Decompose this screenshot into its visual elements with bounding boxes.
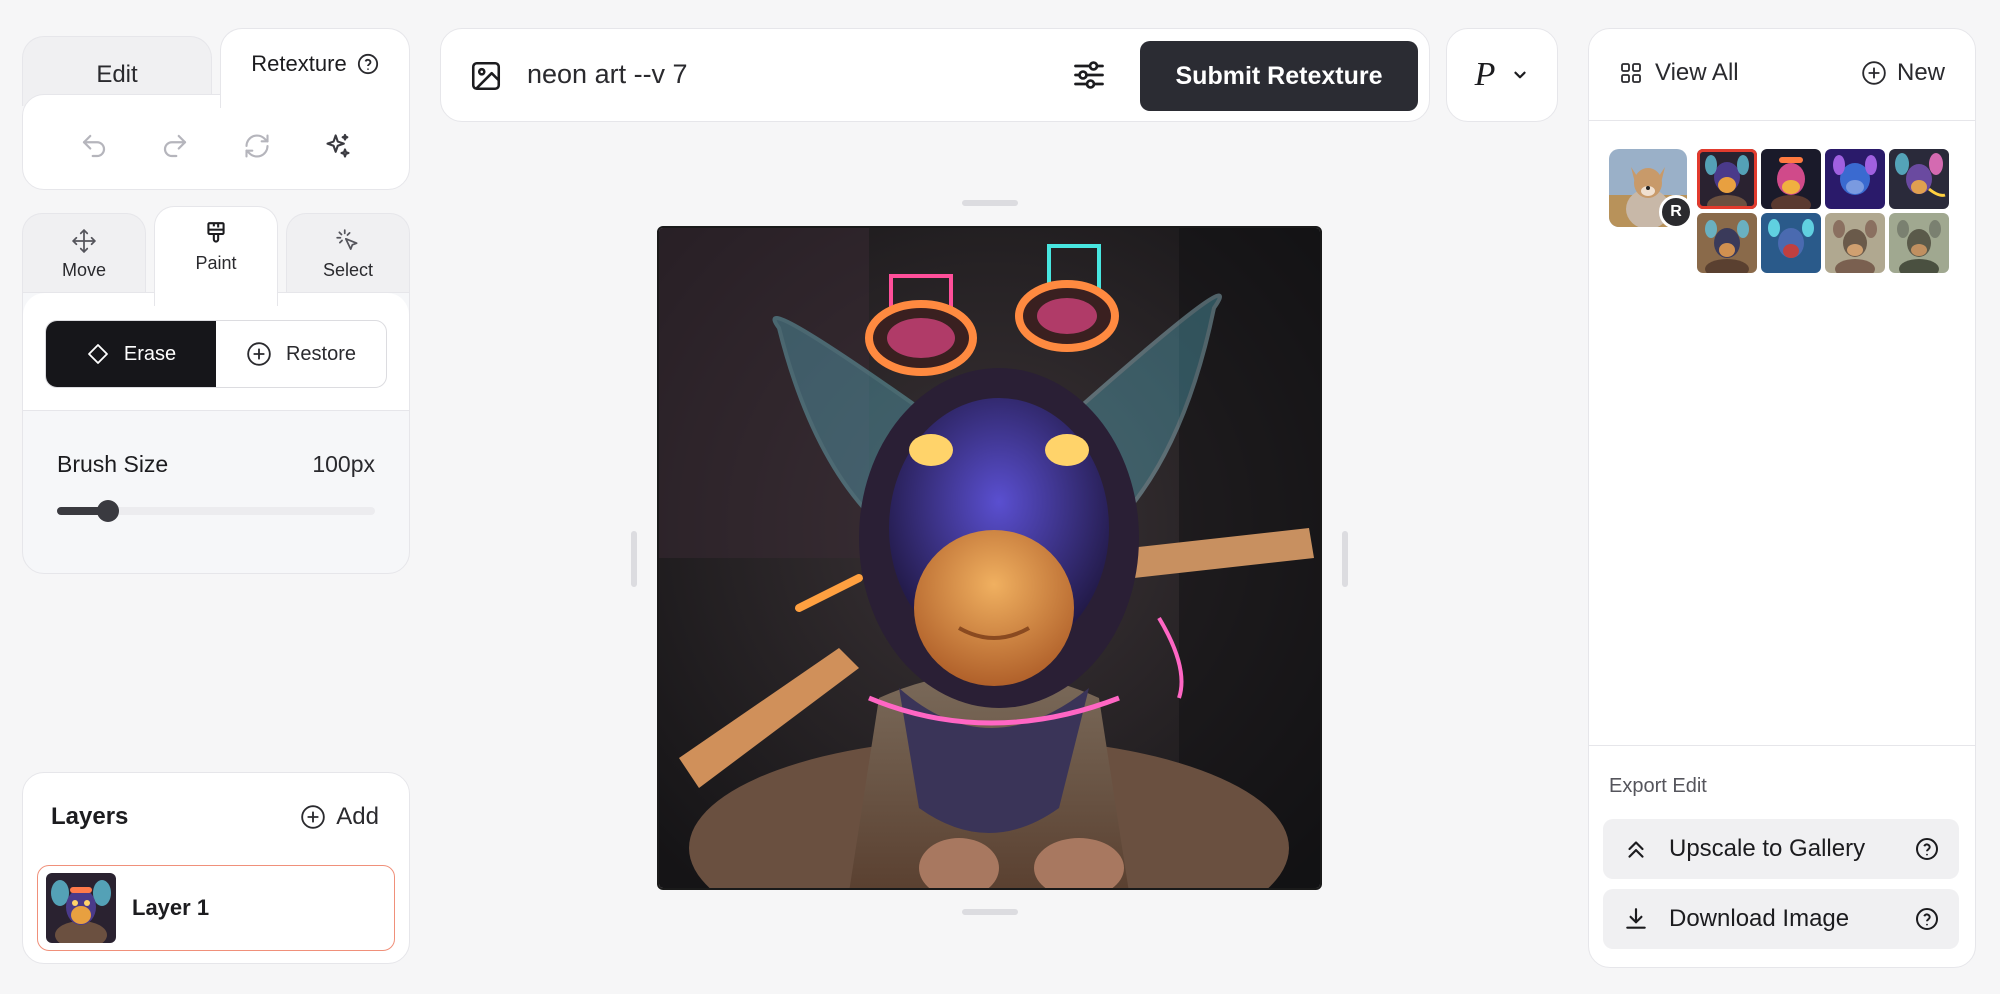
upscale-to-gallery-button[interactable]: Upscale to Gallery — [1603, 819, 1959, 879]
download-image-button[interactable]: Download Image — [1603, 889, 1959, 949]
erase-button[interactable]: Erase — [46, 321, 216, 387]
gallery-header: View All New — [1589, 29, 1975, 121]
result-thumbnail[interactable] — [1697, 213, 1757, 273]
retexture-results-grid — [1697, 149, 1951, 273]
plus-circle-icon — [300, 804, 326, 830]
restore-label: Restore — [285, 342, 357, 365]
new-label: New — [1896, 59, 1945, 86]
sliders-icon[interactable] — [1071, 57, 1107, 93]
paint-brush-icon — [203, 221, 229, 247]
model-letter: P — [1474, 56, 1496, 93]
tab-select[interactable]: Select — [286, 213, 410, 303]
chevron-down-icon — [1511, 66, 1529, 84]
new-button[interactable]: New — [1861, 59, 1945, 87]
refresh-icon[interactable] — [235, 124, 279, 168]
download-label: Download Image — [1669, 905, 1850, 932]
original-badge: R — [1659, 195, 1693, 229]
tab-move[interactable]: Move — [22, 213, 146, 303]
paint-panel: Erase Restore Brush Size 100px — [22, 292, 410, 574]
layer-item[interactable]: Layer 1 — [37, 865, 395, 951]
result-thumbnail[interactable] — [1697, 149, 1757, 209]
export-section-label: Export Edit — [1609, 775, 1707, 797]
erase-label: Erase — [123, 342, 177, 365]
view-all-label: View All — [1655, 59, 1739, 86]
resize-handle-left[interactable] — [631, 531, 637, 587]
resize-handle-right[interactable] — [1342, 531, 1348, 587]
layer-thumbnail — [46, 873, 116, 943]
tab-retexture[interactable]: Retexture — [220, 28, 410, 108]
result-thumbnail[interactable] — [1889, 149, 1949, 209]
prompt-bar: neon art --v 7 Submit Retexture — [440, 28, 1430, 122]
tab-retexture-label: Retexture — [251, 51, 347, 76]
help-icon[interactable] — [1915, 837, 1939, 861]
resize-handle-bottom[interactable] — [962, 909, 1018, 915]
grid-icon — [1619, 61, 1643, 85]
layers-title: Layers — [51, 803, 129, 830]
brush-size-label: Brush Size — [57, 451, 169, 477]
brush-size-slider[interactable] — [57, 500, 375, 522]
plus-circle-icon — [246, 341, 272, 367]
upscale-label: Upscale to Gallery — [1669, 835, 1866, 862]
download-icon — [1623, 906, 1649, 932]
chevrons-up-icon — [1623, 836, 1649, 862]
tab-move-label: Move — [61, 260, 106, 280]
plus-circle-icon — [1861, 60, 1887, 86]
submit-retexture-button[interactable]: Submit Retexture — [1140, 41, 1418, 111]
layers-panel: Layers Add Layer 1 — [22, 772, 410, 964]
paint-mode-area: Erase Restore — [23, 293, 409, 411]
result-thumbnail[interactable] — [1761, 213, 1821, 273]
result-thumbnail[interactable] — [1825, 213, 1885, 273]
eraser-icon — [86, 342, 110, 366]
neon-creature-image — [659, 228, 1320, 888]
layer-name: Layer 1 — [132, 895, 210, 920]
add-layer-label: Add — [336, 803, 379, 830]
redo-icon[interactable] — [153, 124, 197, 168]
sparkle-icon[interactable] — [316, 124, 360, 168]
tab-edit-label: Edit — [96, 61, 138, 88]
history-toolbar — [22, 94, 410, 190]
export-divider — [1589, 745, 1975, 746]
tab-select-label: Select — [322, 260, 374, 280]
view-all-button[interactable]: View All — [1619, 59, 1739, 87]
result-thumbnail[interactable] — [1761, 149, 1821, 209]
model-selector[interactable]: P — [1446, 28, 1558, 122]
tab-paint[interactable]: Paint — [154, 206, 278, 306]
restore-button[interactable]: Restore — [216, 321, 386, 387]
move-icon — [71, 228, 97, 254]
tab-paint-label: Paint — [195, 253, 237, 273]
brush-size-value: 100px — [312, 451, 375, 477]
prompt-input[interactable]: neon art --v 7 — [527, 59, 688, 90]
help-icon[interactable] — [1915, 907, 1939, 931]
help-icon[interactable] — [357, 53, 379, 75]
undo-icon[interactable] — [72, 124, 116, 168]
brush-size-slider-handle[interactable] — [97, 500, 119, 522]
cursor-click-icon — [335, 228, 361, 254]
image-icon[interactable] — [469, 59, 503, 93]
gallery-panel: View All New R Export Edit Upscale to Ga… — [1588, 28, 1976, 968]
result-thumbnail[interactable] — [1889, 213, 1949, 273]
resize-handle-top[interactable] — [962, 200, 1018, 206]
canvas-image[interactable] — [657, 226, 1322, 890]
result-thumbnail[interactable] — [1825, 149, 1885, 209]
paint-mode-toggle: Erase Restore — [45, 320, 387, 388]
mode-tabs: Edit Retexture — [22, 28, 410, 190]
add-layer-button[interactable]: Add — [300, 803, 379, 831]
